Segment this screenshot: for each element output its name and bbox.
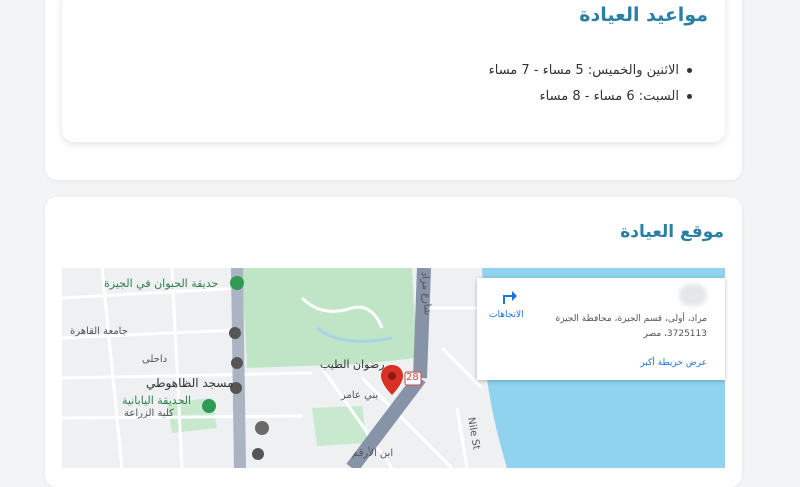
route-number: 28 <box>406 372 419 383</box>
dohi-label: داحلى <box>142 354 168 365</box>
directions-icon[interactable] <box>499 286 519 306</box>
hours-list: الاثنين والخميس: 5 مساء - 7 مساء السبت: … <box>489 58 692 110</box>
mosque-label[interactable]: مسجد الظاهوطي <box>146 376 234 390</box>
zoo-park <box>242 268 417 368</box>
directions-label[interactable]: الاتجاهات <box>489 310 524 320</box>
garden-label[interactable]: الحديقة اليابانية <box>122 394 191 407</box>
bullet-icon <box>687 94 692 99</box>
bani-amer-label: بني عامر <box>341 390 379 401</box>
university-label: جامعة القاهرة <box>70 326 128 337</box>
hours-item: السبت: 6 مساء - 8 مساء <box>489 84 692 110</box>
larger-map-link[interactable]: عرض خريطة أكبر <box>640 358 707 368</box>
radwan-label: رضوان الطيب <box>320 358 385 371</box>
place-name-blurred <box>679 284 707 306</box>
hours-item: الاثنين والخميس: 5 مساء - 7 مساء <box>489 58 692 84</box>
bullet-icon <box>687 68 692 73</box>
agri-label[interactable]: كلية الزراعة <box>124 408 174 419</box>
ibn-alarqam-label: ابن الأرقم <box>352 448 394 459</box>
map-info-window: مراد، أولى، قسم الجيزة، محافظة الجيزة 37… <box>477 278 725 380</box>
place-address: مراد، أولى، قسم الجيزة، محافظة الجيزة 37… <box>555 314 707 339</box>
hours-title: مواعيد العيادة <box>579 4 708 26</box>
location-title: موقع العيادة <box>620 222 724 242</box>
zoo-label[interactable]: حديقة الحيوان في الجيزة <box>104 277 218 290</box>
